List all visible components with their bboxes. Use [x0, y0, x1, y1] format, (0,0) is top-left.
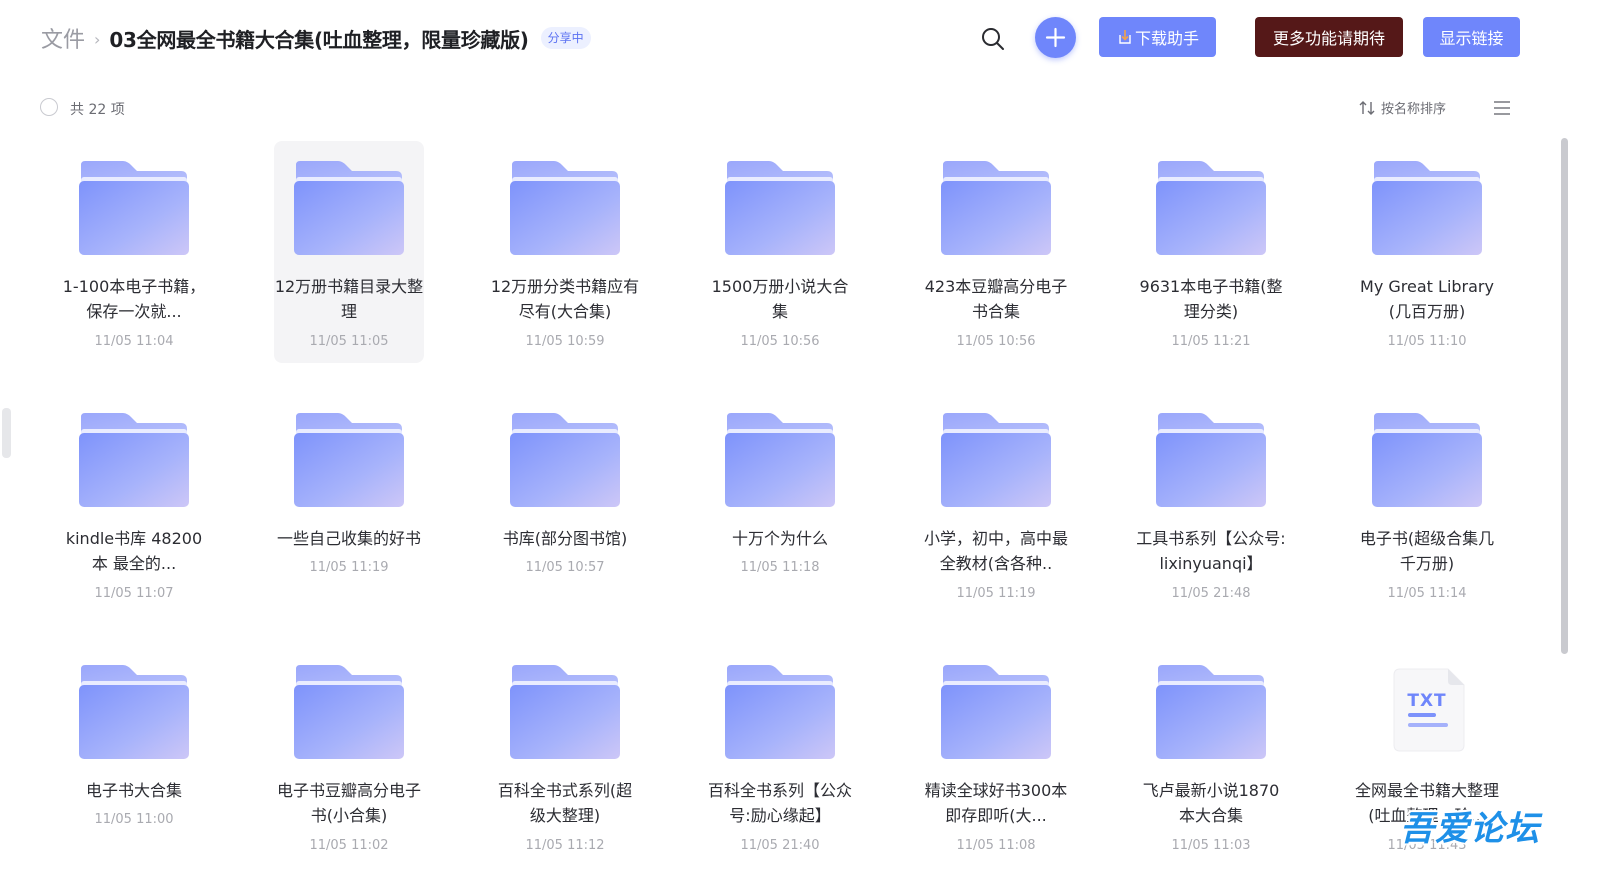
folder-icon [69, 655, 199, 765]
item-date: 11/05 11:08 [956, 838, 1036, 853]
item-name: 电子书豆瓣高分电子书(小合集) [276, 781, 421, 825]
folder-tile[interactable]: 1500万册小说大合集 11/05 10:56 [705, 141, 855, 363]
folder-tile[interactable]: kindle书库 48200本 最全的... 11/05 11:07 [59, 393, 209, 615]
item-name: 书库(部分图书馆) [502, 529, 628, 548]
item-name: 十万个为什么 [731, 529, 828, 548]
item-date: 11/05 10:57 [525, 560, 605, 575]
item-name: 工具书系列【公众号:lixinyuanqi】 [1136, 529, 1286, 573]
item-date: 11/05 11:04 [94, 334, 174, 349]
folder-tile[interactable]: 423本豆瓣高分电子书合集 11/05 10:56 [921, 141, 1071, 363]
folder-icon [931, 151, 1061, 261]
folder-tile[interactable]: 百科全书式系列(超级大整理) 11/05 11:12 [490, 645, 640, 867]
item-name: 百科全书系列【公众号:励心缘起】 [707, 781, 852, 825]
item-name: 9631本电子书籍(整理分类) [1139, 277, 1283, 321]
item-name: 百科全书式系列(超级大整理) [497, 781, 633, 825]
item-name: 一些自己收集的好书 [276, 529, 421, 548]
item-name: 423本豆瓣高分电子书合集 [924, 277, 1068, 321]
item-date: 11/05 11:21 [1171, 334, 1251, 349]
item-date: 11/05 11:19 [956, 586, 1036, 601]
item-date: 11/05 11:19 [309, 560, 389, 575]
folder-icon [1146, 655, 1276, 765]
item-date: 11/05 11:03 [1171, 838, 1251, 853]
watermark-logo: 吾爱论坛 [1400, 809, 1540, 849]
folder-icon [284, 151, 414, 261]
folder-icon [500, 655, 630, 765]
item-date: 11/05 11:18 [740, 560, 820, 575]
folder-tile[interactable]: 12万册分类书籍应有尽有(大合集) 11/05 10:59 [490, 141, 640, 363]
folder-tile[interactable]: My Great Library(几百万册) 11/05 11:10 [1352, 141, 1502, 363]
item-date: 11/05 11:02 [309, 838, 389, 853]
folder-icon [69, 151, 199, 261]
item-name: 12万册书籍目录大整理 [274, 277, 424, 321]
folder-tile[interactable]: 9631本电子书籍(整理分类) 11/05 11:21 [1136, 141, 1286, 363]
folder-icon [1146, 403, 1276, 513]
folder-icon [1146, 151, 1276, 261]
item-date: 11/05 21:40 [740, 838, 820, 853]
txt-icon-label: TXT [1407, 691, 1447, 711]
item-name: 12万册分类书籍应有尽有(大合集) [490, 277, 640, 321]
item-date: 11/05 10:59 [525, 334, 605, 349]
folder-icon [1362, 151, 1492, 261]
folder-icon [931, 655, 1061, 765]
folder-icon [500, 403, 630, 513]
folder-icon [69, 403, 199, 513]
folder-icon [715, 655, 845, 765]
folder-tile[interactable]: 精读全球好书300本 即存即听(大... 11/05 11:08 [921, 645, 1071, 867]
item-name: 小学，初中，高中最全教材(含各种.. [923, 529, 1068, 573]
item-name: 飞卢最新小说1870本大合集 [1142, 781, 1280, 825]
item-date: 11/05 11:07 [94, 586, 174, 601]
folder-tile[interactable]: 百科全书系列【公众号:励心缘起】 11/05 21:40 [705, 645, 855, 867]
txt-file-icon: TXT [1362, 655, 1492, 765]
folder-tile[interactable]: 飞卢最新小说1870本大合集 11/05 11:03 [1136, 645, 1286, 867]
folder-tile[interactable]: 电子书豆瓣高分电子书(小合集) 11/05 11:02 [274, 645, 424, 867]
folder-icon [1362, 403, 1492, 513]
item-name: 电子书大合集 [85, 781, 182, 800]
folder-tile[interactable]: 电子书大合集 11/05 11:00 [59, 645, 209, 867]
folder-tile[interactable]: 电子书(超级合集几千万册) 11/05 11:14 [1352, 393, 1502, 615]
scrollbar-thumb[interactable] [1561, 138, 1568, 654]
folder-icon [500, 151, 630, 261]
folder-icon [284, 403, 414, 513]
item-date: 11/05 10:56 [740, 334, 820, 349]
item-date: 11/05 11:00 [94, 812, 174, 827]
item-name: 1500万册小说大合集 [711, 277, 849, 321]
item-name: 1-100本电子书籍，保存一次就... [62, 277, 206, 321]
side-panel-handle[interactable] [2, 408, 11, 458]
item-date: 11/05 10:56 [956, 334, 1036, 349]
folder-tile[interactable]: 小学，初中，高中最全教材(含各种.. 11/05 11:19 [921, 393, 1071, 615]
folder-tile[interactable]: 一些自己收集的好书 11/05 11:19 [274, 393, 424, 615]
folder-icon [284, 655, 414, 765]
folder-tile[interactable]: 十万个为什么 11/05 11:18 [705, 393, 855, 615]
item-date: 11/05 11:12 [525, 838, 605, 853]
item-name: 精读全球好书300本 即存即听(大... [924, 781, 1068, 825]
item-date: 11/05 11:14 [1387, 586, 1467, 601]
folder-tile[interactable]: 工具书系列【公众号:lixinyuanqi】 11/05 21:48 [1136, 393, 1286, 615]
folder-tile[interactable]: 书库(部分图书馆) 11/05 10:57 [490, 393, 640, 615]
folder-icon [715, 403, 845, 513]
item-date: 11/05 11:05 [309, 334, 389, 349]
folder-tile[interactable]: 12万册书籍目录大整理 11/05 11:05 [274, 141, 424, 363]
item-date: 11/05 21:48 [1171, 586, 1251, 601]
item-name: My Great Library(几百万册) [1360, 277, 1494, 321]
folder-icon [715, 151, 845, 261]
item-name: 电子书(超级合集几千万册) [1359, 529, 1495, 573]
item-date: 11/05 11:10 [1387, 334, 1467, 349]
folder-icon [931, 403, 1061, 513]
item-name: kindle书库 48200本 最全的... [65, 529, 203, 573]
file-grid: 1-100本电子书籍，保存一次就... 11/05 11:04 12万册书籍目录大整… [0, 0, 1612, 887]
folder-tile[interactable]: 1-100本电子书籍，保存一次就... 11/05 11:04 [59, 141, 209, 363]
